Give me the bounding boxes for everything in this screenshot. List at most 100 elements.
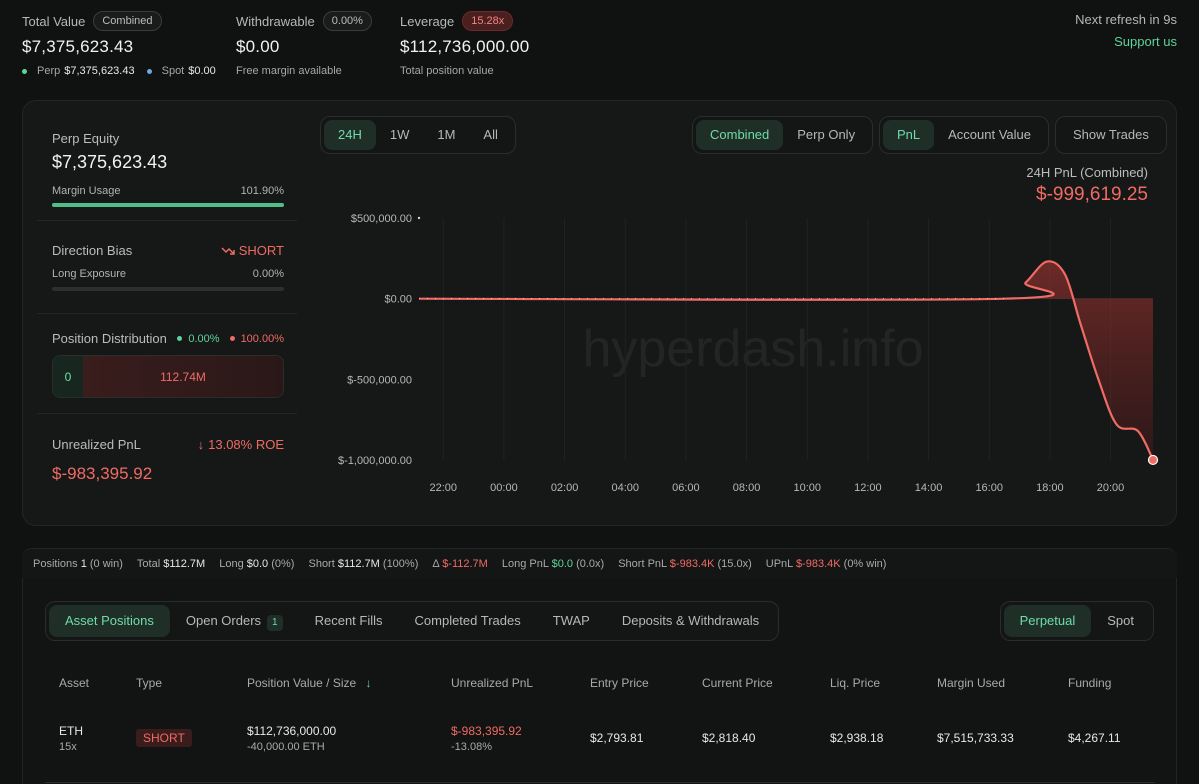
spot-label: Spot — [161, 65, 185, 77]
leverage-value: $112,736,000.00 — [400, 37, 530, 56]
short-percent: 100.00% — [240, 332, 284, 345]
summary-short-note: (100%) — [382, 557, 419, 570]
positions-tabs: Asset Positions Open Orders 1 Recent Fill… — [45, 601, 780, 641]
col-asset[interactable]: Asset — [59, 676, 89, 690]
asset-leverage: 15x — [59, 741, 77, 753]
cell-funding: $4,267.11 — [1068, 731, 1121, 745]
long-distribution: 0 — [53, 356, 83, 397]
col-margin-used[interactable]: Margin Used — [937, 676, 1005, 690]
tab-asset-positions[interactable]: Asset Positions — [49, 605, 170, 637]
long-exposure-label: Long Exposure — [52, 268, 126, 280]
col-position-value[interactable]: Position Value / Size ↓ — [247, 676, 372, 690]
axis-dot — [417, 216, 421, 220]
overview-card: Perp Equity $7,375,623.43 Margin Usage 1… — [22, 100, 1177, 526]
summary-positions-label: Positions — [33, 557, 78, 570]
combined-badge[interactable]: Combined — [93, 11, 162, 31]
col-liq-price[interactable]: Liq. Price — [830, 676, 880, 690]
col-funding[interactable]: Funding — [1068, 676, 1111, 690]
tab-deposits-withdrawals[interactable]: Deposits & Withdrawals — [606, 605, 775, 637]
range-1m[interactable]: 1M — [423, 120, 469, 150]
pnl-chart[interactable]: hyperdash.info $500,000.00 $0.00 $-500,000.… — [313, 201, 1173, 511]
x-tick-label: 08:00 — [733, 482, 761, 494]
tab-twap[interactable]: TWAP — [537, 605, 606, 637]
withdrawable-block: Withdrawable 0.00% $0.00 Free margin ava… — [236, 11, 372, 77]
summary-shortpnl-note: (15.0x) — [717, 557, 752, 570]
metric-pnl[interactable]: PnL — [883, 120, 935, 150]
y-tick-label: $-1,000,000.00 — [338, 455, 412, 467]
trend-down-icon — [221, 246, 235, 255]
cell-margin-used: $7,515,733.33 — [937, 731, 1014, 745]
col-entry-price[interactable]: Entry Price — [590, 676, 649, 690]
short-distribution: 112.74M — [83, 356, 283, 397]
unrealized-pnl-section: Unrealized PnL ↓ 13.08% ROE $-983,395.92 — [52, 437, 284, 484]
open-orders-count-badge: 1 — [267, 615, 283, 631]
perp-equity-label: Perp Equity — [52, 131, 120, 146]
x-tick-label: 20:00 — [1097, 482, 1125, 494]
col-position-value-label: Position Value / Size — [247, 676, 357, 690]
x-tick-label: 02:00 — [551, 482, 579, 494]
leverage-sub: Total position value — [400, 65, 494, 77]
unrealized-pnl-label: Unrealized PnL — [52, 437, 141, 452]
withdrawable-sub: Free margin available — [236, 65, 342, 77]
cell-asset[interactable]: ETH 15x — [59, 724, 83, 753]
summary-longpnl-label: Long PnL — [501, 557, 549, 570]
leverage-badge: 15.28x — [462, 11, 514, 31]
range-1w[interactable]: 1W — [376, 120, 424, 150]
summary-shortpnl-label: Short PnL — [618, 557, 667, 570]
col-type[interactable]: Type — [136, 676, 162, 690]
positions-summary-bar: Positions 1 (0 win) Total $112.7M Long $… — [22, 548, 1177, 578]
summary-shortpnl-value: $-983.4K — [669, 557, 715, 570]
x-tick-label: 18:00 — [1036, 482, 1064, 494]
summary-total-label: Total — [136, 557, 161, 570]
short-dot-icon — [229, 336, 235, 341]
col-unrealized-pnl[interactable]: Unrealized PnL — [451, 676, 533, 690]
direction-bias-section: Direction Bias SHORT Long Exposure 0.00% — [52, 243, 284, 291]
tab-open-orders[interactable]: Open Orders 1 — [170, 605, 299, 637]
row-unrealized-pnl: $-983,395.92 — [451, 724, 522, 738]
x-tick-label: 04:00 — [611, 482, 639, 494]
range-24h[interactable]: 24H — [324, 120, 376, 150]
divider — [37, 220, 297, 221]
leverage-block: Leverage 15.28x $112,736,000.00 Total po… — [400, 11, 529, 77]
y-tick-label: $500,000.00 — [351, 213, 412, 225]
tab-recent-fills[interactable]: Recent Fills — [299, 605, 399, 637]
tab-spot[interactable]: Spot — [1091, 605, 1150, 637]
metric-account-value[interactable]: Account Value — [934, 120, 1045, 150]
long-dot-icon — [177, 336, 183, 341]
scope-combined[interactable]: Combined — [696, 120, 784, 150]
summary-short-label: Short — [308, 557, 335, 570]
summary-delta-label: Δ — [432, 557, 440, 570]
summary-longpnl-note: (0.0x) — [576, 557, 605, 570]
distribution-bar: 0 112.74M — [52, 355, 284, 398]
chart-header: 24H PnL (Combined) $-999,619.25 — [1026, 165, 1148, 206]
y-tick-label: $-500,000.00 — [347, 374, 412, 386]
range-all[interactable]: All — [469, 120, 511, 150]
divider — [37, 313, 297, 314]
x-tick-label: 12:00 — [854, 482, 882, 494]
divider — [37, 413, 297, 414]
summary-upnl-label: UPnL — [765, 557, 793, 570]
tab-completed-trades[interactable]: Completed Trades — [399, 605, 537, 637]
summary-long-note: (0%) — [271, 557, 295, 570]
position-value: $112,736,000.00 — [247, 724, 337, 738]
sort-arrow-down-icon[interactable]: ↓ — [366, 676, 372, 690]
tab-perpetual[interactable]: Perpetual — [1003, 605, 1092, 637]
show-trades-container: Show Trades — [1055, 116, 1167, 154]
tab-open-orders-label: Open Orders — [185, 613, 262, 628]
x-tick-label: 22:00 — [429, 482, 457, 494]
total-value-label: Total Value — [22, 13, 86, 29]
margin-usage-value: 101.90% — [240, 185, 284, 197]
scope-perp-only[interactable]: Perp Only — [783, 120, 869, 150]
x-tick-label: 16:00 — [975, 482, 1003, 494]
support-link[interactable]: Support us — [1075, 34, 1177, 49]
summary-long-label: Long — [219, 557, 244, 570]
summary-upnl-note: (0% win) — [843, 557, 887, 570]
col-current-price[interactable]: Current Price — [702, 676, 773, 690]
margin-usage-label: Margin Usage — [52, 185, 121, 197]
summary-positions-note: (0 win) — [89, 557, 123, 570]
perp-equity-section: Perp Equity $7,375,623.43 Margin Usage 1… — [52, 131, 284, 207]
unrealized-pnl-value: $-983,395.92 — [52, 464, 153, 483]
position-distribution-label: Position Distribution — [52, 331, 167, 346]
show-trades-button[interactable]: Show Trades — [1059, 120, 1163, 150]
total-value: $7,375,623.43 — [22, 37, 134, 56]
